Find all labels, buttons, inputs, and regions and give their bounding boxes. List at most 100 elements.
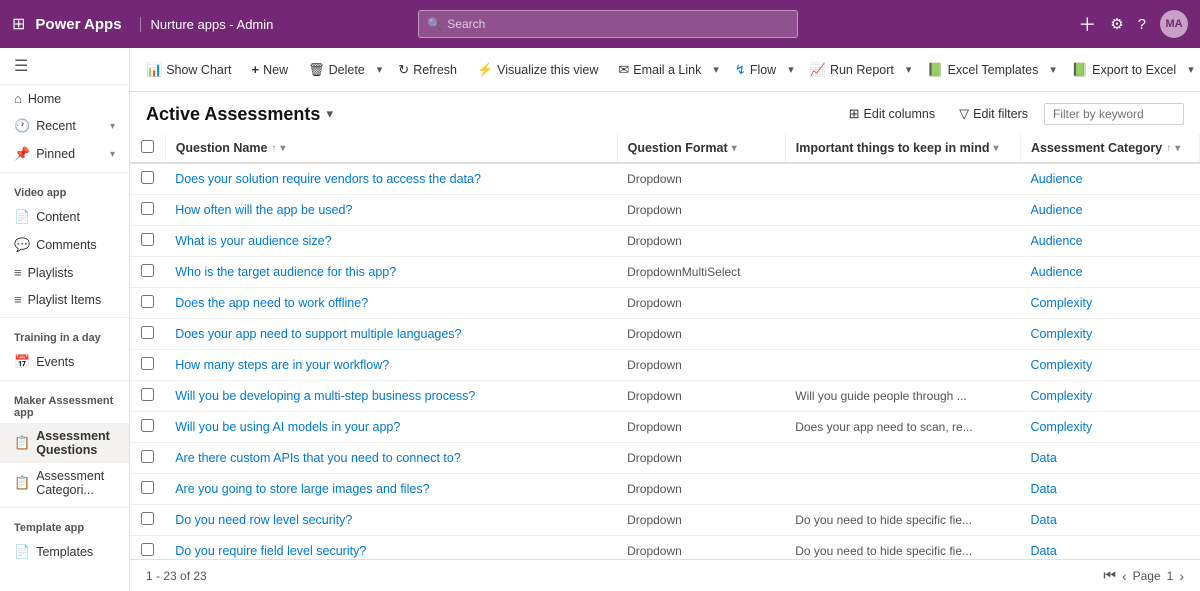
sort-dropdown-icon[interactable]: ▾ <box>280 143 285 154</box>
question-name-link[interactable]: What is your audience size? <box>175 234 331 248</box>
row-checkbox[interactable] <box>141 450 154 463</box>
category-link[interactable]: Complexity <box>1030 358 1092 372</box>
export-excel-button[interactable]: 📗 Export to Excel <box>1064 58 1184 82</box>
settings-icon[interactable]: ⚙ <box>1110 15 1123 33</box>
sidebar-item-playlist-items[interactable]: ≡ Playlist Items <box>0 286 129 313</box>
sidebar-item-comments[interactable]: 💬 Comments <box>0 231 129 259</box>
category-link[interactable]: Data <box>1030 482 1056 496</box>
show-chart-button[interactable]: 📊 Show Chart <box>138 58 240 82</box>
sidebar-item-templates[interactable]: 📄 Templates <box>0 538 129 566</box>
row-question-format: Dropdown <box>617 474 785 505</box>
refresh-button[interactable]: ↻ Refresh <box>390 58 465 82</box>
category-link[interactable]: Complexity <box>1030 420 1092 434</box>
question-name-link[interactable]: Do you require field level security? <box>175 544 366 558</box>
row-question-name: How often will the app be used? <box>165 195 617 226</box>
category-link[interactable]: Data <box>1030 513 1056 527</box>
edit-filters-button[interactable]: ▽ Edit filters <box>951 102 1036 126</box>
row-checkbox[interactable] <box>141 481 154 494</box>
row-checkbox[interactable] <box>141 512 154 525</box>
sidebar-item-assessment-categories[interactable]: 📋 Assessment Categori... <box>0 463 129 503</box>
question-name-link[interactable]: Will you be using AI models in your app? <box>175 420 400 434</box>
page-header: Active Assessments ▾ ⊞ Edit columns ▽ Ed… <box>130 92 1200 134</box>
run-report-button[interactable]: 📈 Run Report <box>802 58 902 82</box>
category-sort-icon[interactable]: ↑ <box>1166 143 1171 154</box>
category-link[interactable]: Audience <box>1030 234 1082 248</box>
export-dropdown[interactable]: ▾ <box>1184 59 1198 80</box>
question-name-link[interactable]: Does your app need to support multiple l… <box>175 327 461 341</box>
category-link[interactable]: Audience <box>1030 265 1082 279</box>
question-name-link[interactable]: Does your solution require vendors to ac… <box>175 172 481 186</box>
avatar[interactable]: MA <box>1160 10 1188 38</box>
row-checkbox[interactable] <box>141 357 154 370</box>
add-icon[interactable]: ＋ <box>1078 11 1096 37</box>
chevron-down-icon-2: ▾ <box>110 149 115 160</box>
question-name-link[interactable]: Are there custom APIs that you need to c… <box>175 451 461 465</box>
flow-button[interactable]: ↯ Flow <box>727 58 784 82</box>
category-link[interactable]: Audience <box>1030 203 1082 217</box>
row-checkbox[interactable] <box>141 295 154 308</box>
question-name-link[interactable]: How many steps are in your workflow? <box>175 358 389 372</box>
sidebar-item-content[interactable]: 📄 Content <box>0 203 129 231</box>
excel-templates-dropdown[interactable]: ▾ <box>1046 59 1060 80</box>
important-dropdown-icon[interactable]: ▾ <box>994 143 999 154</box>
search-bar[interactable]: 🔍 <box>418 10 798 38</box>
question-name-link[interactable]: Will you be developing a multi-step busi… <box>175 389 475 403</box>
help-icon[interactable]: ? <box>1138 16 1146 33</box>
category-link[interactable]: Complexity <box>1030 327 1092 341</box>
row-checkbox[interactable] <box>141 326 154 339</box>
select-all-checkbox[interactable] <box>141 140 154 153</box>
row-checkbox[interactable] <box>141 233 154 246</box>
category-link[interactable]: Data <box>1030 544 1056 558</box>
search-input[interactable] <box>447 17 789 31</box>
question-format-value: Dropdown <box>627 327 682 341</box>
sidebar-item-pinned[interactable]: 📌 Pinned ▾ <box>0 140 129 168</box>
app-logo[interactable]: Power Apps <box>35 16 121 33</box>
visualize-view-button[interactable]: ⚡ Visualize this view <box>469 58 606 82</box>
category-link[interactable]: Complexity <box>1030 389 1092 403</box>
grid-icon[interactable]: ⊞ <box>12 14 25 34</box>
question-name-link[interactable]: Who is the target audience for this app? <box>175 265 396 279</box>
row-checkbox[interactable] <box>141 419 154 432</box>
question-name-link[interactable]: Do you need row level security? <box>175 513 352 527</box>
next-page-button[interactable]: › <box>1179 568 1184 584</box>
sidebar-item-assessment-questions[interactable]: 📋 Assessment Questions <box>0 423 129 463</box>
question-name-link[interactable]: Does the app need to work offline? <box>175 296 368 310</box>
email-link-button[interactable]: ✉ Email a Link <box>610 58 709 82</box>
prev-page-button[interactable]: ‹ <box>1122 568 1127 584</box>
sort-asc-icon[interactable]: ↑ <box>271 143 276 154</box>
category-link[interactable]: Audience <box>1030 172 1082 186</box>
title-chevron-icon[interactable]: ▾ <box>326 106 333 122</box>
sidebar-item-events[interactable]: 📅 Events <box>0 348 129 376</box>
row-checkbox[interactable] <box>141 543 154 556</box>
row-checkbox[interactable] <box>141 388 154 401</box>
delete-label: Delete <box>329 63 365 77</box>
col-header-checkbox <box>130 134 165 163</box>
row-checkbox[interactable] <box>141 171 154 184</box>
report-dropdown[interactable]: ▾ <box>902 59 916 80</box>
new-button[interactable]: + New <box>244 58 297 81</box>
category-link[interactable]: Data <box>1030 451 1056 465</box>
question-name-link[interactable]: How often will the app be used? <box>175 203 352 217</box>
category-link[interactable]: Complexity <box>1030 296 1092 310</box>
question-format-value: Dropdown <box>627 203 682 217</box>
sidebar-item-recent[interactable]: 🕐 Recent ▾ <box>0 112 129 140</box>
email-dropdown[interactable]: ▾ <box>709 59 723 80</box>
sidebar-item-home[interactable]: ⌂ Home <box>0 85 129 112</box>
delete-button[interactable]: 🗑 Delete <box>300 58 373 82</box>
sidebar-item-playlists[interactable]: ≡ Playlists <box>0 259 129 286</box>
flow-dropdown[interactable]: ▾ <box>784 59 798 80</box>
format-dropdown-icon[interactable]: ▾ <box>732 143 737 154</box>
filter-keyword-input[interactable] <box>1044 103 1184 125</box>
hamburger-icon[interactable]: ☰ <box>0 48 129 85</box>
delete-dropdown[interactable]: ▾ <box>373 59 387 80</box>
row-checkbox[interactable] <box>141 202 154 215</box>
category-dropdown-icon[interactable]: ▾ <box>1175 143 1180 154</box>
sidebar-label-comments: Comments <box>36 238 115 252</box>
row-checkbox[interactable] <box>141 264 154 277</box>
first-page-button[interactable]: ⏮ <box>1103 567 1116 584</box>
question-format-value: Dropdown <box>627 296 682 310</box>
excel-templates-button[interactable]: 📗 Excel Templates <box>919 58 1046 82</box>
question-name-link[interactable]: Are you going to store large images and … <box>175 482 429 496</box>
edit-columns-button[interactable]: ⊞ Edit columns <box>841 102 943 126</box>
row-question-name: Do you need row level security? <box>165 505 617 536</box>
